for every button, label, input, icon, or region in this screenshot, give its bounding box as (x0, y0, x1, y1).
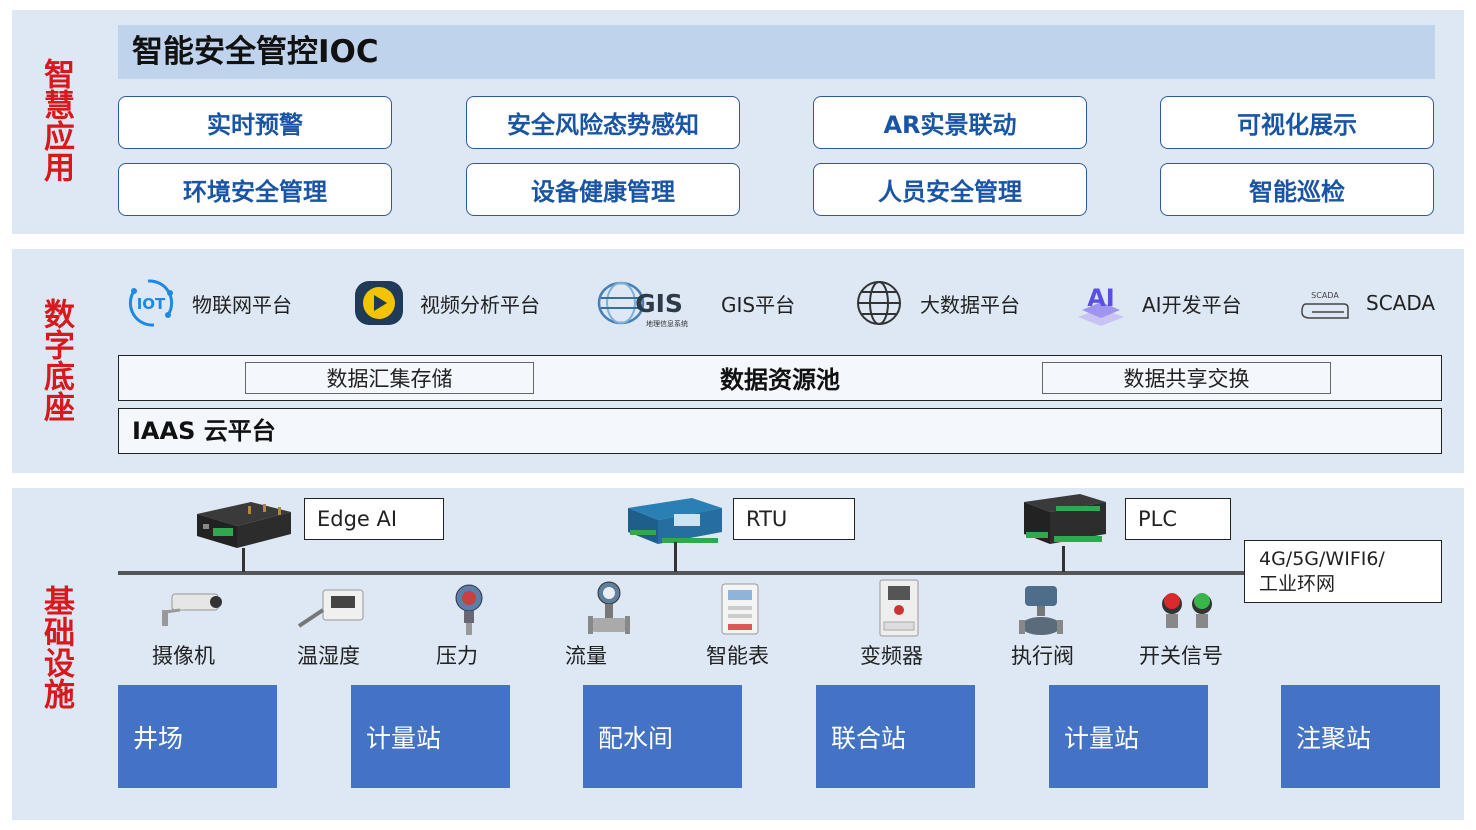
app-realtime-alert[interactable]: 实时预警 (118, 96, 392, 149)
site-wellsite[interactable]: 井场 (118, 685, 277, 788)
data-collection-storage[interactable]: 数据汇集存储 (245, 362, 534, 394)
field-bus-line (118, 571, 1244, 575)
ai-icon: AI (1074, 276, 1128, 330)
iot-icon: IOT (124, 276, 178, 330)
site-combined-station[interactable]: 联合站 (816, 685, 975, 788)
scada-icon: SCADA (1298, 276, 1352, 330)
platform-label: SCADA (1366, 291, 1436, 315)
gateway-label-edge-ai: Edge AI (304, 498, 444, 540)
sensor-label-switch-signal: 开关信号 (1139, 644, 1223, 668)
app-smart-inspection[interactable]: 智能巡检 (1160, 163, 1434, 216)
edge-ai-device-icon (193, 496, 293, 556)
thermo-hygrometer-icon (293, 586, 369, 636)
platform-iot[interactable]: IOT 物联网平台 (124, 276, 292, 330)
app-visualization[interactable]: 可视化展示 (1160, 96, 1434, 149)
inverter-icon (878, 578, 920, 642)
sensor-label-smart-meter: 智能表 (706, 644, 769, 668)
iaas-cloud-label: IAAS 云平台 (132, 417, 276, 445)
data-sharing-exchange[interactable]: 数据共享交换 (1042, 362, 1331, 394)
gateway-label-rtu: RTU (733, 498, 855, 540)
app-risk-situation[interactable]: 安全风险态势感知 (466, 96, 740, 149)
plc-device-icon (1018, 490, 1110, 554)
site-polymer-injection[interactable]: 注聚站 (1281, 685, 1440, 788)
svg-text:IOT: IOT (137, 295, 166, 313)
svg-text:AI: AI (1087, 284, 1115, 312)
platform-video[interactable]: 视频分析平台 (352, 276, 540, 330)
platform-label: 大数据平台 (920, 292, 1020, 317)
platform-bigdata[interactable]: 大数据平台 (852, 276, 1020, 330)
layer-label-digital: 数字底座 (38, 298, 74, 422)
camera-icon (158, 584, 224, 634)
svg-text:地理信息系统: 地理信息系统 (646, 319, 688, 328)
smart-meter-icon (720, 582, 760, 640)
site-water-distribution[interactable]: 配水间 (583, 685, 742, 788)
site-metering-station-1[interactable]: 计量站 (351, 685, 510, 788)
platform-label: 物联网平台 (192, 292, 292, 317)
site-metering-station-2[interactable]: 计量站 (1049, 685, 1208, 788)
plc-connector (1062, 546, 1065, 572)
sensor-label-temp-humidity: 温湿度 (297, 644, 360, 668)
video-play-icon (352, 276, 406, 330)
globe-icon (852, 276, 906, 330)
layer-label-application: 智慧应用 (38, 58, 74, 182)
platform-gis[interactable]: GIS 地理信息系统 GIS平台 (597, 276, 795, 330)
svg-text:SCADA: SCADA (1311, 291, 1339, 300)
sensor-label-flow: 流量 (565, 644, 607, 668)
rtu-connector (674, 542, 677, 572)
ioc-title: 智能安全管控IOC (132, 34, 379, 70)
app-environment-safety[interactable]: 环境安全管理 (118, 163, 392, 216)
app-ar-linkage[interactable]: AR实景联动 (813, 96, 1087, 149)
flow-meter-icon (588, 580, 630, 646)
app-equipment-health[interactable]: 设备健康管理 (466, 163, 740, 216)
layer-label-infrastructure: 基础设施 (38, 585, 74, 709)
platform-ai-dev[interactable]: AI AI开发平台 (1074, 276, 1242, 330)
platform-label: GIS平台 (721, 292, 796, 317)
network-label: 4G/5G/WIFI6/ 工业环网 (1244, 540, 1442, 603)
svg-text:GIS: GIS (635, 289, 683, 318)
sensor-label-inverter: 变频器 (860, 644, 923, 668)
data-resource-pool-title: 数据资源池 (720, 366, 840, 394)
sensor-label-actuator: 执行阀 (1011, 644, 1074, 668)
app-personnel-safety[interactable]: 人员安全管理 (813, 163, 1087, 216)
platform-label: AI开发平台 (1142, 292, 1242, 317)
iaas-cloud-box (118, 408, 1442, 454)
platform-scada[interactable]: SCADA SCADA (1298, 276, 1435, 330)
edge-ai-connector (242, 548, 245, 572)
sensor-label-pressure: 压力 (436, 644, 478, 668)
actuator-valve-icon (1017, 582, 1065, 642)
switch-button-icon (1158, 586, 1218, 636)
sensor-label-camera: 摄像机 (152, 644, 215, 668)
pressure-transmitter-icon (449, 582, 489, 642)
gateway-label-plc: PLC (1125, 498, 1231, 540)
gis-logo-icon: GIS 地理信息系统 (597, 276, 707, 330)
platform-label: 视频分析平台 (420, 292, 540, 317)
